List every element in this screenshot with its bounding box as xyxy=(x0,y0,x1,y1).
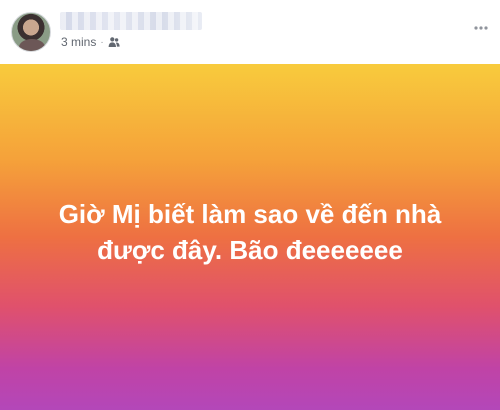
more-horizontal-icon xyxy=(474,17,488,30)
post-header: 3 mins · xyxy=(0,0,500,64)
post-meta: 3 mins · xyxy=(61,35,120,49)
post-timestamp[interactable]: 3 mins xyxy=(61,35,96,49)
status-text: Giờ Mị biết làm sao về đến nhà được đây.… xyxy=(58,199,442,265)
avatar[interactable] xyxy=(11,12,51,52)
friends-icon[interactable] xyxy=(108,36,120,48)
meta-separator: · xyxy=(100,36,104,48)
status-background: Giờ Mị biết làm sao về đến nhà được đây.… xyxy=(0,64,500,410)
author-name-blurred[interactable] xyxy=(60,12,202,30)
post-options-button[interactable] xyxy=(470,8,492,30)
post-card: 3 mins · Giờ Mị biết làm sao về đến nhà … xyxy=(0,0,500,410)
